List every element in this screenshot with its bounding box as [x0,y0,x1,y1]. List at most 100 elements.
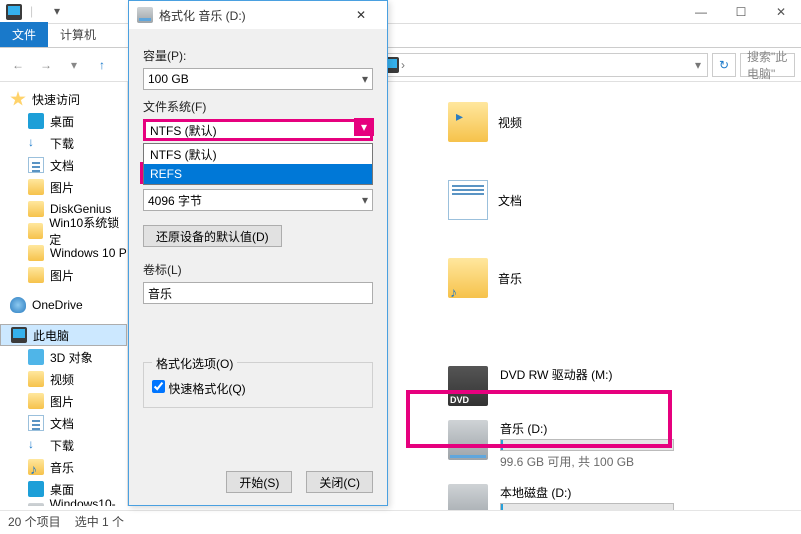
tree-documents2[interactable]: 文档 [0,412,127,434]
label: Windows 10 P [50,246,127,260]
download-icon: ↓ [28,437,44,453]
quick-format-label: 快速格式化(Q) [168,382,245,396]
dialog-footer: 开始(S) 关闭(C) [226,471,373,493]
address-bar[interactable]: › ▾ [378,53,708,77]
document-icon [448,180,488,220]
quick-format-checkbox[interactable]: 快速格式化(Q) [152,382,246,396]
search-placeholder: 搜索"此电脑" [747,48,788,82]
close-button[interactable]: ✕ [761,0,801,24]
label: 音乐 [498,270,522,287]
label: 图片 [50,393,74,410]
label: 音乐 [50,459,74,476]
chevron-down-icon: ▾ [362,193,368,207]
label: 此电脑 [33,327,69,344]
label: 桌面 [50,481,74,498]
address-dropdown-icon[interactable]: ▾ [695,58,701,72]
forward-button[interactable]: → [34,53,58,77]
computer-tab[interactable]: 计算机 [48,22,108,47]
tree-win10-16[interactable]: Windows10-16 [0,500,127,506]
quick-access-toolbar: | ▾ [0,4,76,20]
tree-pictures2[interactable]: 图片 [0,264,127,286]
minimize-button[interactable]: — [681,0,721,24]
allocation-select[interactable]: 4096 字节 ▾ [143,189,373,211]
volume-input[interactable] [143,282,373,304]
tree-downloads[interactable]: ↓ 下载 [0,132,127,154]
folder-video[interactable]: 视频 [448,102,628,142]
download-icon: ↓ [28,135,44,151]
refresh-button[interactable]: ↻ [712,53,736,77]
tree-win10lock[interactable]: Win10系统锁定 [0,220,127,242]
label: 文档 [498,192,522,209]
drive-icon [28,503,44,506]
filesystem-value: NTFS (默认) [150,122,217,139]
onedrive-icon [10,297,26,313]
tree-music[interactable]: 音乐 [0,456,127,478]
tree-documents[interactable]: 文档 [0,154,127,176]
fs-option-refs[interactable]: REFS [144,164,372,184]
capacity-select[interactable]: 100 GB ▾ [143,68,373,90]
label: OneDrive [32,298,83,312]
dialog-titlebar[interactable]: 格式化 音乐 (D:) ✕ [129,1,387,29]
label: 下载 [50,135,74,152]
format-options-group: 格式化选项(O) 快速格式化(Q) [143,362,373,408]
tree-video[interactable]: 视频 [0,368,127,390]
quick-format-input[interactable] [152,380,165,393]
tree-pictures3[interactable]: 图片 [0,390,127,412]
tree-pictures[interactable]: 图片 [0,176,127,198]
folder-icon [28,179,44,195]
chevron-right-icon[interactable]: › [401,58,405,72]
status-bar: 20 个项目 选中 1 个 [0,510,801,532]
window-controls: — ☐ ✕ [681,0,801,24]
folder-icon [28,245,44,261]
drive-icon [137,7,153,23]
folder-music[interactable]: 音乐 [448,258,628,298]
drive-label: DVD RW 驱动器 (M:) [500,366,801,383]
folder-documents[interactable]: 文档 [448,180,628,220]
folder-icon [28,371,44,387]
dialog-title: 格式化 音乐 (D:) [159,7,246,24]
qat-dropdown-icon[interactable]: ▾ [54,4,70,20]
video-icon [448,102,488,142]
start-button[interactable]: 开始(S) [226,471,292,493]
label: Windows10-16 [50,497,127,506]
desktop-icon [28,113,44,129]
search-input[interactable]: 搜索"此电脑" [740,53,795,77]
label: 快速访问 [32,91,80,108]
allocation-value: 4096 字节 [148,192,202,209]
folder-icon [28,393,44,409]
format-dialog: 格式化 音乐 (D:) ✕ 容量(P): 100 GB ▾ 文件系统(F) NT… [128,0,388,506]
nav-tree[interactable]: 快速访问 桌面 ↓下载 文档 图片 DiskGenius Win10系统锁定 W… [0,82,128,506]
highlight-annotation [406,390,672,448]
recent-dropdown[interactable]: ▾ [62,53,86,77]
label: 图片 [50,267,74,284]
up-button[interactable]: ↑ [90,53,114,77]
drive-sub: 99.6 GB 可用, 共 100 GB [500,453,801,470]
tree-desktop[interactable]: 桌面 [0,110,127,132]
navbar: ← → ▾ ↑ › ▾ ↻ 搜索"此电脑" [0,48,801,82]
close-button[interactable]: 关闭(C) [306,471,373,493]
tree-onedrive[interactable]: OneDrive [0,294,127,316]
maximize-button[interactable]: ☐ [721,0,761,24]
filesystem-select[interactable]: NTFS (默认) ▾ [143,119,373,141]
restore-defaults-button[interactable]: 还原设备的默认值(D) [143,225,282,247]
star-icon [10,91,26,107]
fs-option-ntfs[interactable]: NTFS (默认) [144,144,372,164]
tree-thispc[interactable]: 此电脑 [0,324,127,346]
back-button[interactable]: ← [6,53,30,77]
tree-downloads2[interactable]: ↓下载 [0,434,127,456]
file-tab[interactable]: 文件 [0,22,48,47]
desktop-icon [28,481,44,497]
label: 文档 [50,157,74,174]
volume-label: 卷标(L) [143,261,373,278]
folder-icon [28,223,43,239]
filesystem-select-wrapper: NTFS (默认) ▾ NTFS (默认) REFS REFS [143,119,373,141]
tree-win10p[interactable]: Windows 10 P [0,242,127,264]
tree-3d[interactable]: 3D 对象 [0,346,127,368]
dialog-close-button[interactable]: ✕ [343,1,379,29]
app-icon [6,4,22,20]
chevron-down-icon[interactable]: ▾ [354,118,374,136]
music-icon [28,459,44,475]
tree-quick-access[interactable]: 快速访问 [0,88,127,110]
filesystem-dropdown: NTFS (默认) REFS [143,143,373,185]
chevron-down-icon: ▾ [362,72,368,86]
